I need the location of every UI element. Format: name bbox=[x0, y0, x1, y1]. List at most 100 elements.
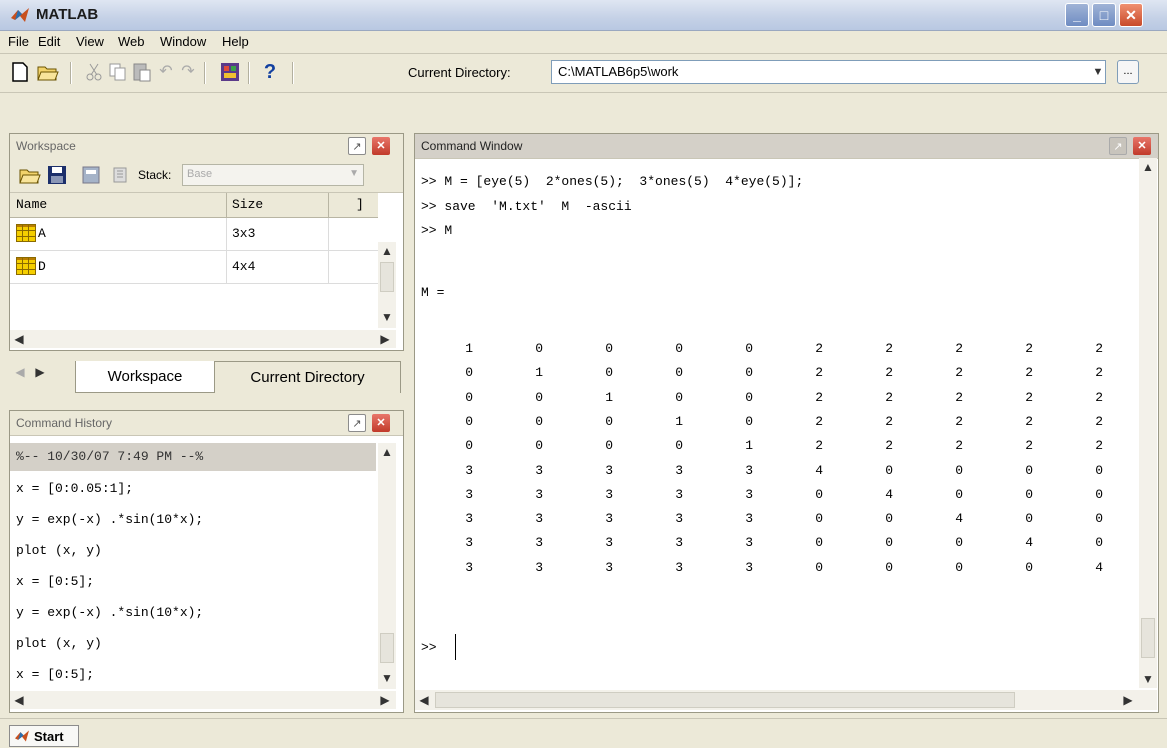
array-editor-icon[interactable] bbox=[80, 164, 102, 186]
history-line[interactable]: x = [0:0.05:1]; bbox=[16, 481, 133, 496]
workspace-panel: Workspace ↗ ✕ Stack: Base ▼ Name Size ] … bbox=[9, 133, 404, 351]
menu-web[interactable]: Web bbox=[118, 34, 145, 49]
redo-icon[interactable]: ↷ bbox=[176, 60, 200, 84]
column-header-size[interactable]: Size bbox=[232, 197, 263, 212]
table-row[interactable]: A 3x3 bbox=[10, 218, 378, 251]
history-vertical-scrollbar[interactable]: ▲ ▼ bbox=[378, 443, 396, 689]
history-line[interactable]: y = exp(-x) .*sin(10*x); bbox=[16, 512, 203, 527]
history-line[interactable]: plot (x, y) bbox=[16, 636, 102, 651]
simulink-icon[interactable] bbox=[218, 60, 242, 84]
chevron-right-icon[interactable]: ▶ bbox=[376, 691, 394, 709]
browse-directory-button[interactable]: ... bbox=[1117, 60, 1139, 84]
current-directory-field[interactable]: C:\MATLAB6p5\work bbox=[551, 60, 1106, 84]
minimize-button[interactable]: _ bbox=[1065, 3, 1089, 27]
history-horizontal-scrollbar[interactable]: ◀ ▶ bbox=[10, 691, 396, 709]
stack-label: Stack: bbox=[138, 168, 172, 182]
command-history-panel: Command History ↗ ✕ %-- 10/30/07 7:49 PM… bbox=[9, 410, 404, 713]
chevron-left-icon[interactable]: ◀ bbox=[11, 363, 29, 381]
column-header-bytes[interactable]: ] bbox=[356, 197, 364, 212]
close-icon[interactable]: ✕ bbox=[372, 414, 390, 432]
history-line-clip: x = [0:5]; bbox=[10, 663, 376, 689]
menu-help[interactable]: Help bbox=[222, 34, 249, 49]
workspace-vertical-scrollbar[interactable]: ▲ ▼ bbox=[378, 242, 396, 328]
panel-title: Command History bbox=[16, 416, 113, 430]
chevron-left-icon[interactable]: ◀ bbox=[10, 691, 28, 709]
chevron-left-icon[interactable]: ◀ bbox=[10, 330, 28, 348]
toolbar-separator bbox=[70, 62, 72, 84]
panel-title: Command Window bbox=[421, 139, 523, 153]
toolbar-separator bbox=[292, 62, 294, 84]
copy-icon[interactable] bbox=[106, 60, 130, 84]
column-header-name[interactable]: Name bbox=[16, 197, 47, 212]
maximize-button[interactable]: □ bbox=[1092, 3, 1116, 27]
workspace-horizontal-scrollbar[interactable]: ◀ ▶ bbox=[10, 330, 396, 348]
chevron-down-icon[interactable]: ▼ bbox=[378, 669, 396, 687]
variable-size: 4x4 bbox=[232, 259, 256, 274]
table-row[interactable]: D 4x4 bbox=[10, 251, 378, 284]
command-input-area[interactable] bbox=[415, 158, 1139, 688]
main-toolbar: ↶ ↷ ? Current Directory: C:\MATLAB6p5\wo… bbox=[0, 54, 1167, 93]
workspace-table-header: Name Size ] bbox=[10, 193, 378, 218]
chevron-right-icon[interactable]: ▶ bbox=[1119, 691, 1137, 709]
panel-title: Workspace bbox=[16, 139, 76, 153]
command-window-vertical-scrollbar[interactable]: ▲ ▼ bbox=[1139, 158, 1157, 688]
menu-file[interactable]: File bbox=[8, 34, 29, 49]
workspace-title-bar: Workspace ↗ ✕ bbox=[10, 134, 403, 159]
menu-view[interactable]: View bbox=[76, 34, 104, 49]
matlab-logo-icon bbox=[15, 730, 29, 742]
title-bar: MATLAB _ □ ✕ bbox=[0, 0, 1167, 31]
minimize-icon: _ bbox=[1073, 7, 1081, 23]
new-file-icon[interactable] bbox=[8, 60, 32, 84]
open-folder-icon[interactable] bbox=[36, 60, 60, 84]
undock-icon[interactable]: ↗ bbox=[348, 137, 366, 155]
open-folder-icon[interactable] bbox=[18, 164, 42, 186]
undo-icon[interactable]: ↶ bbox=[154, 60, 178, 84]
chevron-down-icon[interactable]: ▼ bbox=[378, 308, 396, 326]
save-icon[interactable] bbox=[46, 164, 68, 186]
chevron-down-icon[interactable]: ▼ bbox=[1139, 670, 1157, 688]
start-button[interactable]: Start bbox=[9, 725, 79, 747]
chevron-down-icon[interactable]: ▼ bbox=[1091, 61, 1105, 83]
chevron-left-icon[interactable]: ◀ bbox=[415, 691, 433, 709]
close-icon[interactable]: ✕ bbox=[372, 137, 390, 155]
menu-bar: File Edit View Web Window Help bbox=[0, 31, 1167, 54]
tab-current-directory[interactable]: Current Directory bbox=[215, 361, 401, 393]
history-line[interactable]: x = [0:5]; bbox=[16, 574, 94, 589]
chevron-up-icon[interactable]: ▲ bbox=[378, 443, 396, 461]
history-line[interactable]: plot (x, y) bbox=[16, 543, 102, 558]
chevron-right-icon[interactable]: ▶ bbox=[376, 330, 394, 348]
undock-icon[interactable]: ↗ bbox=[348, 414, 366, 432]
close-icon[interactable]: ✕ bbox=[1133, 137, 1151, 155]
cut-icon[interactable] bbox=[82, 60, 106, 84]
close-button[interactable]: ✕ bbox=[1119, 3, 1143, 27]
matrix-icon bbox=[16, 257, 36, 275]
window-title: MATLAB bbox=[36, 6, 99, 23]
current-directory-label: Current Directory: bbox=[408, 65, 511, 80]
history-line[interactable]: y = exp(-x) .*sin(10*x); bbox=[16, 605, 203, 620]
help-icon[interactable]: ? bbox=[258, 60, 282, 84]
chevron-down-icon: ▼ bbox=[349, 168, 359, 179]
paste-icon[interactable] bbox=[130, 60, 154, 84]
stack-select-value: Base bbox=[187, 168, 213, 180]
stack-select[interactable]: Base ▼ bbox=[182, 164, 364, 186]
chevron-up-icon[interactable]: ▲ bbox=[1139, 158, 1157, 176]
command-history-title-bar: Command History ↗ ✕ bbox=[10, 411, 403, 436]
history-session-line[interactable]: %-- 10/30/07 7:49 PM --% bbox=[16, 449, 203, 464]
command-window-panel: Command Window ↗ ✕ >> M = [eye(5) 2*ones… bbox=[414, 133, 1159, 713]
tab-workspace[interactable]: Workspace bbox=[75, 361, 215, 393]
menu-edit[interactable]: Edit bbox=[38, 34, 60, 49]
chevron-up-icon[interactable]: ▲ bbox=[378, 242, 396, 260]
chevron-right-icon[interactable]: ▶ bbox=[31, 363, 49, 381]
toolbar-separator bbox=[248, 62, 250, 84]
delete-icon[interactable] bbox=[110, 164, 132, 186]
matrix-icon bbox=[16, 224, 36, 242]
start-button-label: Start bbox=[34, 729, 64, 744]
toolbar-separator bbox=[204, 62, 206, 84]
variable-name: A bbox=[38, 226, 46, 241]
menu-window[interactable]: Window bbox=[160, 34, 206, 49]
status-bar: Start bbox=[0, 718, 1167, 748]
history-line[interactable]: x = [0:5]; bbox=[16, 667, 94, 682]
undock-icon[interactable]: ↗ bbox=[1109, 137, 1127, 155]
command-window-horizontal-scrollbar[interactable]: ◀ ▶ bbox=[415, 690, 1157, 710]
maximize-icon: □ bbox=[1099, 7, 1109, 23]
